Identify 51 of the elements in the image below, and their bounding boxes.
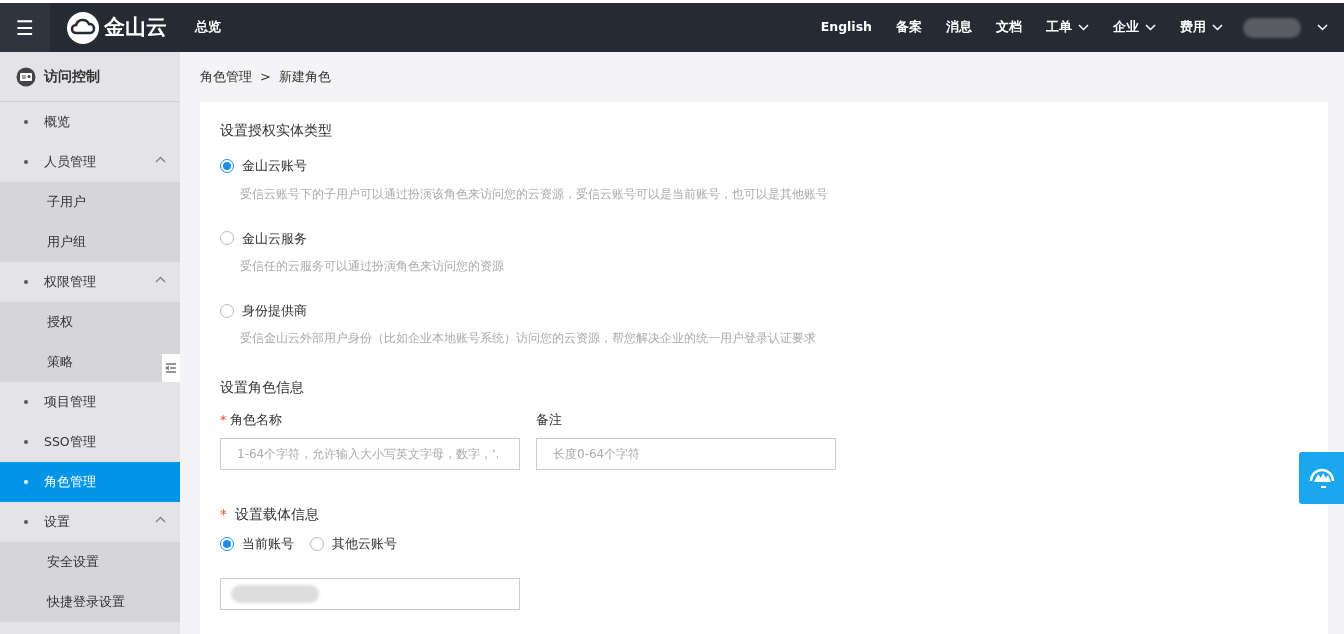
account-name[interactable]	[1243, 17, 1301, 38]
section-title: * 设置载体信息	[220, 505, 320, 524]
nav-menu[interactable]: 费用	[1168, 18, 1235, 37]
sidebar-subitem[interactable]: 策略	[0, 342, 180, 382]
menu-button[interactable]: ☰	[0, 3, 50, 52]
sidebar-title: 访问控制	[44, 67, 100, 86]
breadcrumb-separator: >	[260, 68, 271, 87]
home-link[interactable]: 总览	[183, 18, 233, 37]
sidebar-item[interactable]: 人员管理	[0, 142, 180, 182]
sidebar-item[interactable]: 设置	[0, 502, 180, 542]
nav-link[interactable]: 消息	[934, 18, 984, 37]
option-description: 受信任的云服务可以通过扮演角色来访问您的资源	[240, 257, 505, 275]
sidebar-subitem[interactable]: 快捷登录设置	[0, 582, 180, 622]
sidebar-item[interactable]: SSO管理	[0, 422, 180, 462]
cloud-logo-icon	[66, 10, 100, 45]
option-description: 受信云账号下的子用户可以通过扮演该角色来访问您的云资源，受信云账号可以是当前账号，也可以是其他账号	[240, 185, 829, 203]
field-label: * 角色名称	[220, 411, 284, 430]
required-mark: *	[220, 412, 227, 428]
nav-menu[interactable]: 工单	[1034, 18, 1101, 37]
section-title: 设置角色信息	[220, 378, 305, 397]
radio-option[interactable]: 其他云账号	[310, 534, 397, 554]
sidebar-item[interactable]: 权限管理	[0, 262, 180, 302]
logo-text: 金山云	[104, 13, 167, 41]
account-field[interactable]	[220, 577, 520, 610]
option-description: 受信金山云外部用户身份（比如企业本地账号系统）访问您的云资源，帮您解决企业的统一用户登录认证要求	[240, 330, 817, 347]
nav-link[interactable]: 文档	[984, 18, 1034, 37]
breadcrumb-link[interactable]: 角色管理	[200, 67, 252, 87]
collapse-button[interactable]	[162, 354, 180, 382]
nav-menu[interactable]: 企业	[1101, 18, 1168, 37]
input-field[interactable]: 长度0-64个字符	[536, 438, 836, 470]
sidebar-subitem[interactable]: 安全设置	[0, 542, 180, 582]
radio-option[interactable]: 金山云账号	[220, 156, 307, 176]
breadcrumb-current: 新建角色	[278, 68, 331, 87]
support-button[interactable]	[1299, 452, 1344, 504]
sidebar-subitem[interactable]: 授权	[0, 302, 180, 342]
collapse-icon	[165, 362, 177, 374]
radio-option[interactable]: 身份提供商	[220, 300, 307, 321]
radio-option[interactable]: 当前账号	[220, 534, 294, 554]
caret-icon	[1317, 24, 1328, 31]
nav-link[interactable]: 备案	[884, 18, 934, 37]
sidebar-subitem[interactable]: 子用户	[0, 182, 180, 222]
required-mark: *	[220, 506, 227, 522]
sidebar-subitem[interactable]: 用户组	[0, 222, 180, 262]
section-title: 设置授权实体类型	[220, 121, 333, 140]
sidebar-item[interactable]: 项目管理	[0, 382, 180, 422]
id-card-icon	[16, 66, 36, 87]
sidebar-item[interactable]: 概览	[0, 102, 180, 142]
radio-option[interactable]: 金山云服务	[220, 228, 307, 248]
nav-link[interactable]: English	[808, 18, 884, 37]
input-field[interactable]: 1-64个字符，允许输入大小写英文字母，数字，'.	[220, 438, 520, 470]
field-label: 备注	[536, 411, 563, 430]
